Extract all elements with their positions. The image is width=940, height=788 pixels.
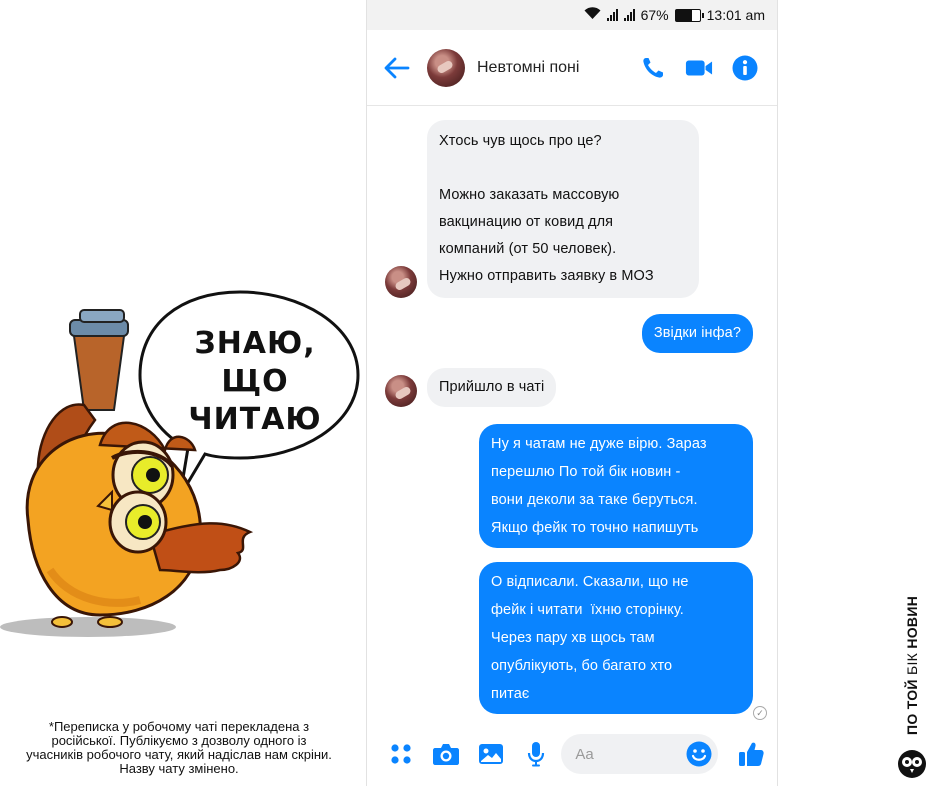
chat-avatar[interactable]: [427, 48, 465, 87]
speech-bubble-text: ЗНАЮ, ЩО ЧИТАЮ: [150, 325, 360, 439]
menu-dots-icon[interactable]: [381, 734, 420, 774]
speech-line-1: ЗНАЮ,: [194, 326, 316, 361]
chat-header: Невтомні поні: [367, 30, 777, 106]
microphone-icon[interactable]: [516, 734, 555, 774]
image-icon[interactable]: [471, 734, 510, 774]
brand-name-part-1: ПО ТОЙ: [904, 675, 920, 735]
read-receipt-icon: ✓: [753, 706, 767, 720]
message-outgoing: Звідки інфа?: [641, 314, 753, 353]
message-outgoing: О відписали. Сказали, що не фейк і читат…: [479, 562, 753, 714]
owl-logo-icon: [898, 750, 926, 778]
message-bubble[interactable]: Звідки інфа?: [641, 314, 753, 353]
speech-line-2: ЩО ЧИТАЮ: [188, 364, 322, 437]
video-camera-icon[interactable]: [685, 54, 713, 82]
coffee-cup: [69, 309, 129, 411]
message-input[interactable]: Aa: [561, 734, 718, 774]
owl-eyes: [108, 440, 175, 554]
info-icon[interactable]: [731, 54, 759, 82]
chat-title[interactable]: Невтомні поні: [477, 59, 639, 77]
message-input-placeholder: Aa: [575, 745, 594, 763]
messenger-window: 67% 13:01 am Невтомні поні Хтось чув щос…: [366, 0, 778, 786]
emoji-icon[interactable]: [686, 741, 712, 767]
message-bubble[interactable]: Хтось чув щось про це? Можно заказать ма…: [427, 120, 699, 298]
wifi-icon: [584, 7, 601, 23]
owl-shadow: [0, 617, 176, 637]
message-outgoing: Ну я чатам не дуже вірю. Зараз перешлю П…: [479, 424, 753, 548]
brand-name: ПО ТОЙ БІК НОВИН: [904, 596, 920, 735]
signal-icon-2: [623, 9, 635, 21]
clock: 13:01 am: [706, 7, 765, 23]
sender-avatar[interactable]: [385, 266, 417, 298]
message-incoming: Прийшло в чаті: [385, 368, 557, 407]
sender-avatar[interactable]: [385, 375, 417, 407]
phone-icon[interactable]: [639, 54, 667, 82]
back-arrow-icon[interactable]: [383, 54, 411, 82]
battery-percent: 67%: [640, 7, 669, 23]
message-incoming: Хтось чув щось про це? Можно заказать ма…: [385, 120, 699, 298]
signal-icon-1: [606, 9, 618, 21]
status-bar: 67% 13:01 am: [367, 0, 777, 30]
message-bubble[interactable]: О відписали. Сказали, що не фейк і читат…: [479, 562, 753, 714]
footnote: *Переписка у робочому чаті перекладена з…: [26, 719, 332, 776]
brand-name-part-3: НОВИН: [904, 595, 920, 653]
message-bubble[interactable]: Ну я чатам не дуже вірю. Зараз перешлю П…: [479, 424, 753, 548]
composer-bar: Aa: [367, 722, 777, 786]
message-list[interactable]: Хтось чув щось про це? Можно заказать ма…: [367, 106, 777, 722]
thumbs-up-icon[interactable]: [732, 734, 771, 774]
message-bubble[interactable]: Прийшло в чаті: [427, 368, 557, 407]
battery-icon: [674, 8, 704, 22]
camera-icon[interactable]: [426, 734, 465, 774]
brand-name-part-2: БІК: [904, 652, 920, 675]
